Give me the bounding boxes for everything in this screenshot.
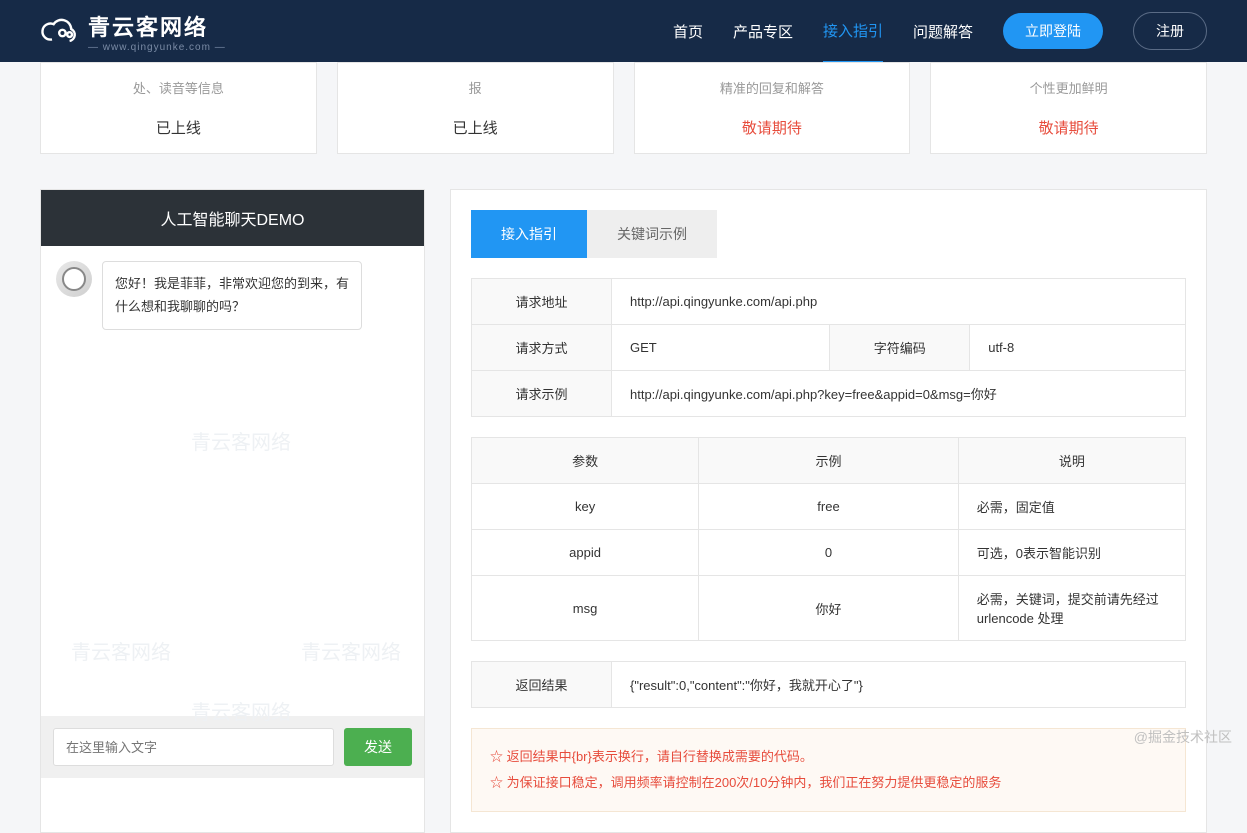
tab-keywords[interactable]: 关键词示例 — [587, 210, 717, 258]
value: {"result":0,"content":"你好，我就开心了"} — [612, 662, 1186, 708]
feature-card: 精准的回复和解答 敬请期待 — [634, 62, 911, 154]
nav-guide[interactable]: 接入指引 — [823, 0, 883, 63]
chat-input[interactable] — [53, 728, 334, 766]
return-table: 返回结果{"result":0,"content":"你好，我就开心了"} — [471, 661, 1186, 708]
value: http://api.qingyunke.com/api.php — [612, 279, 1186, 325]
bot-avatar — [56, 261, 92, 297]
label: 请求方式 — [472, 325, 612, 371]
chat-message: 您好！我是菲菲，非常欢迎您的到来，有什么想和我聊聊的吗？ — [56, 261, 409, 330]
card-status: 已上线 — [353, 117, 598, 138]
value: utf-8 — [970, 325, 1186, 371]
chat-bubble: 您好！我是菲菲，非常欢迎您的到来，有什么想和我聊聊的吗？ — [102, 261, 362, 330]
nav-faq[interactable]: 问题解答 — [913, 1, 973, 62]
watermark: 青云客网络 — [71, 636, 171, 665]
notes-box: ☆ 返回结果中{br}表示换行，请自行替换成需要的代码。 ☆ 为保证接口稳定，调… — [471, 728, 1186, 812]
table-row: msg你好必需，关键词，提交前请先经过 urlencode 处理 — [472, 576, 1186, 641]
card-desc: 报 — [353, 78, 598, 97]
nav-home[interactable]: 首页 — [673, 1, 703, 62]
card-status: 敬请期待 — [650, 117, 895, 138]
chat-title: 人工智能聊天DEMO — [41, 190, 424, 246]
send-button[interactable]: 发送 — [344, 728, 412, 766]
feature-card: 处、读音等信息 已上线 — [40, 62, 317, 154]
nav-products[interactable]: 产品专区 — [733, 1, 793, 62]
param-table: 参数 示例 说明 keyfree必需，固定值 appid0可选，0表示智能识别 … — [471, 437, 1186, 641]
feature-card: 报 已上线 — [337, 62, 614, 154]
chat-panel: 人工智能聊天DEMO 您好！我是菲菲，非常欢迎您的到来，有什么想和我聊聊的吗？ … — [40, 189, 425, 833]
label: 请求示例 — [472, 371, 612, 417]
watermark: 青云客网络 — [301, 636, 401, 665]
note: ☆ 为保证接口稳定，调用频率请控制在200次/10分钟内，我们正在努力提供更稳定… — [490, 770, 1167, 796]
request-table: 请求地址http://api.qingyunke.com/api.php 请求方… — [471, 278, 1186, 417]
card-status: 已上线 — [56, 117, 301, 138]
register-button[interactable]: 注册 — [1133, 12, 1207, 50]
logo[interactable]: 青云客网络 — www.qingyunke.com — — [40, 10, 226, 53]
card-status: 敬请期待 — [946, 117, 1191, 138]
login-button[interactable]: 立即登陆 — [1003, 13, 1103, 49]
value: GET — [612, 325, 830, 371]
col-param: 参数 — [472, 438, 699, 484]
feature-card: 个性更加鲜明 敬请期待 — [930, 62, 1207, 154]
cloud-icon — [40, 16, 80, 46]
corner-watermark: @掘金技术社区 — [1134, 727, 1232, 747]
table-row: appid0可选，0表示智能识别 — [472, 530, 1186, 576]
table-row: keyfree必需，固定值 — [472, 484, 1186, 530]
note: ☆ 返回结果中{br}表示换行，请自行替换成需要的代码。 — [490, 744, 1167, 770]
col-example: 示例 — [699, 438, 959, 484]
card-desc: 精准的回复和解答 — [650, 78, 895, 97]
label: 字符编码 — [830, 325, 970, 371]
label: 返回结果 — [472, 662, 612, 708]
brand-name: 青云客网络 — [88, 10, 226, 42]
brand-sub: — www.qingyunke.com — — [88, 42, 226, 53]
label: 请求地址 — [472, 279, 612, 325]
tab-guide[interactable]: 接入指引 — [471, 210, 587, 258]
value: http://api.qingyunke.com/api.php?key=fre… — [612, 371, 1186, 417]
card-desc: 个性更加鲜明 — [946, 78, 1191, 97]
col-desc: 说明 — [958, 438, 1185, 484]
watermark: 青云客网络 — [191, 426, 291, 455]
card-desc: 处、读音等信息 — [56, 78, 301, 97]
content-panel: 接入指引 关键词示例 请求地址http://api.qingyunke.com/… — [450, 189, 1207, 833]
